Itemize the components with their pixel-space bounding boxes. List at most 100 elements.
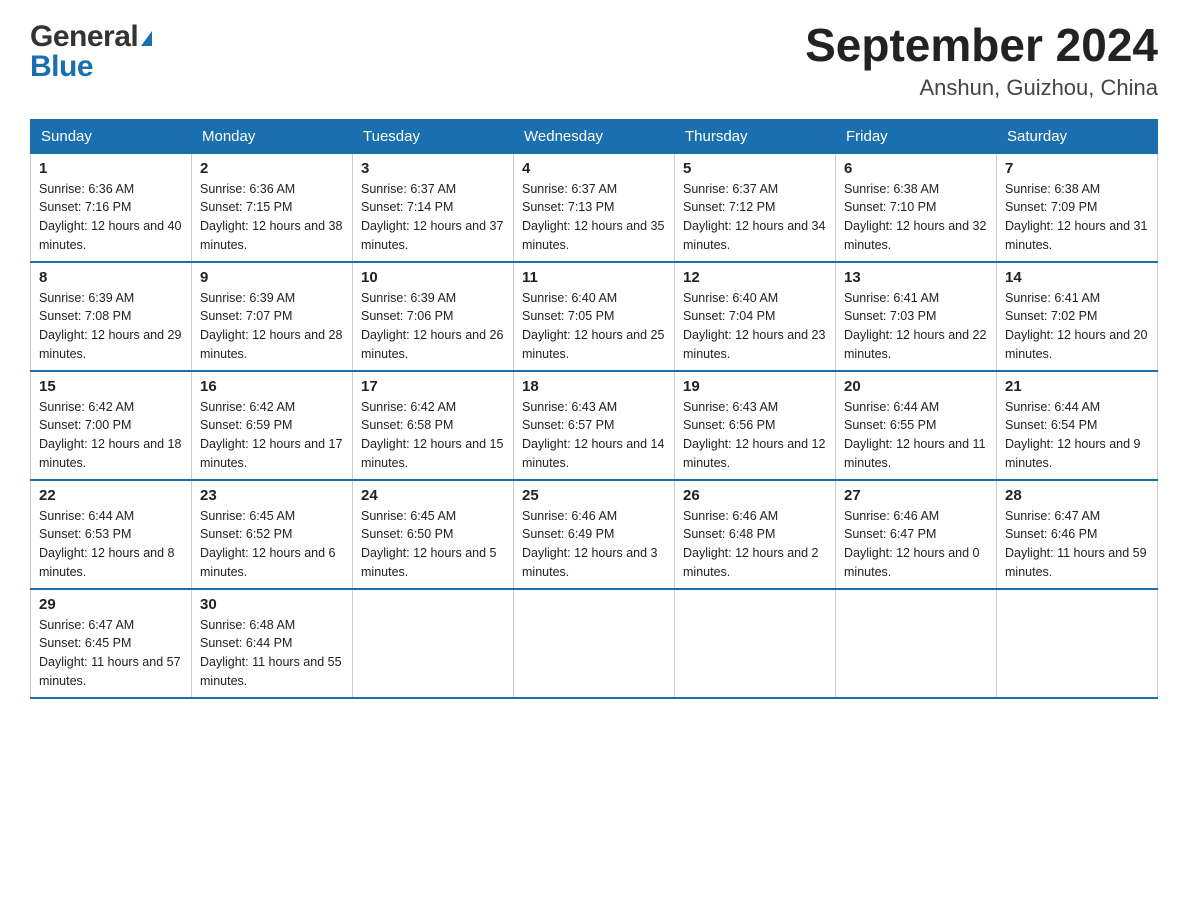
day-number: 13 xyxy=(844,269,988,286)
day-number: 28 xyxy=(1005,487,1149,504)
day-number: 2 xyxy=(200,160,344,177)
day-detail: Sunrise: 6:46 AMSunset: 6:48 PMDaylight:… xyxy=(683,507,827,582)
day-detail: Sunrise: 6:38 AMSunset: 7:10 PMDaylight:… xyxy=(844,180,988,255)
day-cell: 17Sunrise: 6:42 AMSunset: 6:58 PMDayligh… xyxy=(353,371,514,480)
day-detail: Sunrise: 6:38 AMSunset: 7:09 PMDaylight:… xyxy=(1005,180,1149,255)
day-number: 12 xyxy=(683,269,827,286)
day-cell: 6Sunrise: 6:38 AMSunset: 7:10 PMDaylight… xyxy=(836,153,997,262)
day-detail: Sunrise: 6:42 AMSunset: 6:59 PMDaylight:… xyxy=(200,398,344,473)
page-header: General Blue September 2024 Anshun, Guiz… xyxy=(30,20,1158,101)
day-detail: Sunrise: 6:39 AMSunset: 7:06 PMDaylight:… xyxy=(361,289,505,364)
title-area: September 2024 Anshun, Guizhou, China xyxy=(805,20,1158,101)
day-cell: 28 Sunrise: 6:47 AMSunset: 6:46 PMDayligh… xyxy=(997,480,1158,589)
day-detail: Sunrise: 6:42 AMSunset: 6:58 PMDaylight:… xyxy=(361,398,505,473)
week-row-1: 1Sunrise: 6:36 AMSunset: 7:16 PMDaylight… xyxy=(31,153,1158,262)
day-number: 26 xyxy=(683,487,827,504)
day-cell xyxy=(836,589,997,698)
day-number: 23 xyxy=(200,487,344,504)
day-cell: 23 Sunrise: 6:45 AMSunset: 6:52 PMDayligh… xyxy=(192,480,353,589)
day-cell: 21 Sunrise: 6:44 AMSunset: 6:54 PMDayligh… xyxy=(997,371,1158,480)
day-detail: Sunrise: 6:45 AMSunset: 6:52 PMDaylight:… xyxy=(200,507,344,582)
day-detail: Sunrise: 6:44 AMSunset: 6:53 PMDaylight:… xyxy=(39,507,183,582)
day-cell: 14 Sunrise: 6:41 AMSunset: 7:02 PMDayligh… xyxy=(997,262,1158,371)
day-detail: Sunrise: 6:46 AMSunset: 6:47 PMDaylight:… xyxy=(844,507,988,582)
header-row: Sunday Monday Tuesday Wednesday Thursday… xyxy=(31,119,1158,153)
day-detail: Sunrise: 6:45 AMSunset: 6:50 PMDaylight:… xyxy=(361,507,505,582)
day-detail: Sunrise: 6:43 AMSunset: 6:57 PMDaylight:… xyxy=(522,398,666,473)
week-row-3: 15 Sunrise: 6:42 AMSunset: 7:00 PMDayligh… xyxy=(31,371,1158,480)
calendar-body: 1Sunrise: 6:36 AMSunset: 7:16 PMDaylight… xyxy=(31,153,1158,698)
day-cell: 19 Sunrise: 6:43 AMSunset: 6:56 PMDayligh… xyxy=(675,371,836,480)
page-title: September 2024 xyxy=(805,20,1158,71)
day-number: 8 xyxy=(39,269,183,286)
day-number: 16 xyxy=(200,378,344,395)
day-detail: Sunrise: 6:36 AMSunset: 7:16 PMDaylight:… xyxy=(39,180,183,255)
day-cell: 25Sunrise: 6:46 AMSunset: 6:49 PMDayligh… xyxy=(514,480,675,589)
page-subtitle: Anshun, Guizhou, China xyxy=(805,75,1158,101)
col-sunday: Sunday xyxy=(31,119,192,153)
day-number: 30 xyxy=(200,596,344,613)
day-cell: 2Sunrise: 6:36 AMSunset: 7:15 PMDaylight… xyxy=(192,153,353,262)
day-detail: Sunrise: 6:42 AMSunset: 7:00 PMDaylight:… xyxy=(39,398,183,473)
day-cell: 20 Sunrise: 6:44 AMSunset: 6:55 PMDayligh… xyxy=(836,371,997,480)
day-number: 11 xyxy=(522,269,666,286)
day-cell xyxy=(353,589,514,698)
logo-general-text: General xyxy=(30,20,138,54)
day-cell: 7 Sunrise: 6:38 AMSunset: 7:09 PMDaylight… xyxy=(997,153,1158,262)
day-number: 14 xyxy=(1005,269,1149,286)
day-number: 22 xyxy=(39,487,183,504)
day-number: 10 xyxy=(361,269,505,286)
col-monday: Monday xyxy=(192,119,353,153)
day-number: 9 xyxy=(200,269,344,286)
day-cell: 15 Sunrise: 6:42 AMSunset: 7:00 PMDayligh… xyxy=(31,371,192,480)
day-detail: Sunrise: 6:47 AMSunset: 6:46 PMDaylight:… xyxy=(1005,507,1149,582)
day-number: 19 xyxy=(683,378,827,395)
day-detail: Sunrise: 6:40 AMSunset: 7:04 PMDaylight:… xyxy=(683,289,827,364)
day-number: 24 xyxy=(361,487,505,504)
day-cell xyxy=(514,589,675,698)
day-cell: 24 Sunrise: 6:45 AMSunset: 6:50 PMDayligh… xyxy=(353,480,514,589)
day-detail: Sunrise: 6:37 AMSunset: 7:13 PMDaylight:… xyxy=(522,180,666,255)
day-detail: Sunrise: 6:37 AMSunset: 7:12 PMDaylight:… xyxy=(683,180,827,255)
day-detail: Sunrise: 6:46 AMSunset: 6:49 PMDaylight:… xyxy=(522,507,666,582)
logo-blue-text: Blue xyxy=(30,50,152,84)
day-cell: 29Sunrise: 6:47 AMSunset: 6:45 PMDayligh… xyxy=(31,589,192,698)
week-row-5: 29Sunrise: 6:47 AMSunset: 6:45 PMDayligh… xyxy=(31,589,1158,698)
day-detail: Sunrise: 6:44 AMSunset: 6:54 PMDaylight:… xyxy=(1005,398,1149,473)
day-cell: 26 Sunrise: 6:46 AMSunset: 6:48 PMDayligh… xyxy=(675,480,836,589)
day-detail: Sunrise: 6:37 AMSunset: 7:14 PMDaylight:… xyxy=(361,180,505,255)
day-number: 7 xyxy=(1005,160,1149,177)
day-cell: 3 Sunrise: 6:37 AMSunset: 7:14 PMDaylight… xyxy=(353,153,514,262)
day-cell: 11 Sunrise: 6:40 AMSunset: 7:05 PMDayligh… xyxy=(514,262,675,371)
day-number: 29 xyxy=(39,596,183,613)
day-cell: 5 Sunrise: 6:37 AMSunset: 7:12 PMDaylight… xyxy=(675,153,836,262)
col-friday: Friday xyxy=(836,119,997,153)
day-cell: 12 Sunrise: 6:40 AMSunset: 7:04 PMDayligh… xyxy=(675,262,836,371)
day-detail: Sunrise: 6:44 AMSunset: 6:55 PMDaylight:… xyxy=(844,398,988,473)
week-row-4: 22 Sunrise: 6:44 AMSunset: 6:53 PMDayligh… xyxy=(31,480,1158,589)
day-cell: 1Sunrise: 6:36 AMSunset: 7:16 PMDaylight… xyxy=(31,153,192,262)
day-cell xyxy=(675,589,836,698)
day-number: 27 xyxy=(844,487,988,504)
col-wednesday: Wednesday xyxy=(514,119,675,153)
day-cell: 8 Sunrise: 6:39 AMSunset: 7:08 PMDaylight… xyxy=(31,262,192,371)
day-cell: 16 Sunrise: 6:42 AMSunset: 6:59 PMDayligh… xyxy=(192,371,353,480)
day-detail: Sunrise: 6:41 AMSunset: 7:02 PMDaylight:… xyxy=(1005,289,1149,364)
col-tuesday: Tuesday xyxy=(353,119,514,153)
day-cell: 27 Sunrise: 6:46 AMSunset: 6:47 PMDayligh… xyxy=(836,480,997,589)
day-detail: Sunrise: 6:43 AMSunset: 6:56 PMDaylight:… xyxy=(683,398,827,473)
day-number: 20 xyxy=(844,378,988,395)
day-detail: Sunrise: 6:41 AMSunset: 7:03 PMDaylight:… xyxy=(844,289,988,364)
day-detail: Sunrise: 6:39 AMSunset: 7:08 PMDaylight:… xyxy=(39,289,183,364)
day-cell: 18Sunrise: 6:43 AMSunset: 6:57 PMDayligh… xyxy=(514,371,675,480)
day-cell: 22 Sunrise: 6:44 AMSunset: 6:53 PMDayligh… xyxy=(31,480,192,589)
day-cell: 9Sunrise: 6:39 AMSunset: 7:07 PMDaylight… xyxy=(192,262,353,371)
day-number: 21 xyxy=(1005,378,1149,395)
day-number: 15 xyxy=(39,378,183,395)
week-row-2: 8 Sunrise: 6:39 AMSunset: 7:08 PMDaylight… xyxy=(31,262,1158,371)
day-number: 5 xyxy=(683,160,827,177)
day-number: 3 xyxy=(361,160,505,177)
day-detail: Sunrise: 6:40 AMSunset: 7:05 PMDaylight:… xyxy=(522,289,666,364)
logo: General Blue xyxy=(30,20,152,84)
day-cell xyxy=(997,589,1158,698)
